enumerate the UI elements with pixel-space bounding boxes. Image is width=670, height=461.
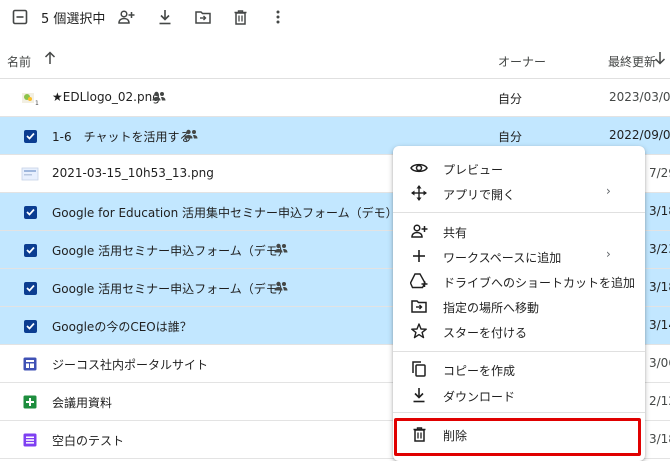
file-name: 2021-03-15_10h53_13.png <box>52 166 214 180</box>
menu-item-add-star[interactable]: スターを付ける <box>393 319 645 344</box>
more-vert-icon <box>276 10 280 24</box>
file-list-header: 名前 オーナー 最終更新 <box>0 42 670 79</box>
chevron-right-icon: › <box>606 247 611 261</box>
file-name: 空白のテスト <box>52 434 125 448</box>
move-to-folder-icon <box>195 11 211 24</box>
star-icon <box>410 322 428 340</box>
shared-people-icon <box>152 90 166 104</box>
menu-divider <box>393 412 645 413</box>
file-date: 2022/09/07 <box>609 128 670 142</box>
file-row[interactable]: 1 ★EDLlogo_02.png 自分 2023/03/04 <box>0 79 670 117</box>
checkbox-icon <box>23 205 37 219</box>
trash-icon <box>234 9 246 25</box>
file-date: 2/12 <box>649 394 670 408</box>
selection-count: 5 個選択中 <box>41 12 106 27</box>
column-owner[interactable]: オーナー <box>498 53 546 70</box>
trash-icon <box>410 425 428 443</box>
checkbox-icon <box>23 243 37 257</box>
more-actions-button[interactable] <box>268 7 288 27</box>
download-icon <box>410 386 428 404</box>
file-date: 3/14 <box>649 318 670 332</box>
copy-icon <box>410 360 428 378</box>
plus-icon <box>410 247 428 265</box>
file-date: 2023/03/04 <box>609 90 670 104</box>
menu-item-open-with[interactable]: アプリで開く › <box>393 181 645 206</box>
row-checkbox[interactable] <box>21 241 39 259</box>
file-name: 会議用資料 <box>52 396 113 410</box>
move-to-folder-button[interactable] <box>193 7 213 27</box>
checkbox-icon <box>23 281 37 295</box>
checkbox-icon <box>23 319 37 333</box>
image-thumbnail-icon: 1 <box>21 89 39 107</box>
open-with-move-icon <box>410 184 428 202</box>
trash-button[interactable] <box>230 7 250 27</box>
menu-divider <box>393 351 645 352</box>
sheets-icon <box>21 393 39 411</box>
file-name: Google 活用セミナー申込フォーム（デモ） <box>52 282 290 296</box>
move-to-folder-icon <box>410 297 428 315</box>
arrow-up-icon <box>44 51 56 64</box>
menu-item-share[interactable]: 共有 <box>393 219 645 244</box>
share-button[interactable] <box>116 7 136 27</box>
file-date: 3/06 <box>649 356 670 370</box>
sort-modified-arrow[interactable] <box>654 51 666 68</box>
chevron-right-icon: › <box>606 184 611 198</box>
menu-item-delete[interactable]: 削除 <box>393 422 645 447</box>
file-name: Google 活用セミナー申込フォーム（デモ） <box>52 244 290 258</box>
menu-item-preview[interactable]: プレビュー <box>393 156 645 181</box>
context-menu: プレビュー アプリで開く › 共有 ワークスペースに追加 › ドライブへのショー… <box>393 146 645 461</box>
menu-item-make-copy[interactable]: コピーを作成 <box>393 357 645 382</box>
svg-text:1: 1 <box>35 100 39 106</box>
deselect-icon <box>12 9 28 25</box>
menu-divider <box>393 212 645 213</box>
drive-shortcut-icon <box>410 272 428 290</box>
selection-toolbar: 5 個選択中 <box>0 0 670 34</box>
download-button[interactable] <box>155 7 175 27</box>
row-checkbox[interactable] <box>21 127 39 145</box>
sort-direction-button[interactable] <box>44 51 56 68</box>
file-owner: 自分 <box>498 130 523 144</box>
deselect-button[interactable] <box>10 7 30 27</box>
column-last-modified[interactable]: 最終更新 <box>608 53 656 70</box>
file-name: ★EDLlogo_02.png <box>52 90 160 104</box>
row-checkbox[interactable] <box>21 203 39 221</box>
file-name: Googleの今のCEOは誰？ <box>52 320 192 334</box>
checkbox-icon <box>23 129 37 143</box>
arrow-down-icon <box>654 52 666 65</box>
shared-people-icon <box>274 242 288 256</box>
image-thumbnail-icon <box>21 165 39 183</box>
person-add-icon <box>410 222 428 240</box>
sites-icon <box>21 355 39 373</box>
download-icon <box>159 10 171 25</box>
file-date: 3/18 <box>649 280 670 294</box>
file-name: 1-6 チャットを活用する <box>52 130 192 144</box>
file-date: 3/18 <box>649 204 670 218</box>
share-person-add-icon <box>118 10 135 24</box>
file-name: ジーコス社内ポータルサイト <box>52 358 209 372</box>
row-checkbox[interactable] <box>21 279 39 297</box>
file-name: Google for Education 活用集中セミナー申込フォーム（デモ）（… <box>52 206 393 220</box>
forms-icon <box>21 431 39 449</box>
menu-item-add-to-workspace[interactable]: ワークスペースに追加 › <box>393 244 645 269</box>
shared-people-icon <box>274 280 288 294</box>
menu-item-add-shortcut[interactable]: ドライブへのショートカットを追加 <box>393 269 645 294</box>
menu-item-move-to[interactable]: 指定の場所へ移動 <box>393 294 645 319</box>
file-owner: 自分 <box>498 92 523 106</box>
column-name[interactable]: 名前 <box>7 53 31 70</box>
menu-item-download[interactable]: ダウンロード <box>393 383 645 408</box>
eye-icon <box>410 159 428 177</box>
row-checkbox[interactable] <box>21 317 39 335</box>
file-date: 3/18 <box>649 432 670 446</box>
file-date: 7/29 <box>649 166 670 180</box>
file-date: 3/23 <box>649 242 670 256</box>
shared-people-icon <box>184 128 198 142</box>
